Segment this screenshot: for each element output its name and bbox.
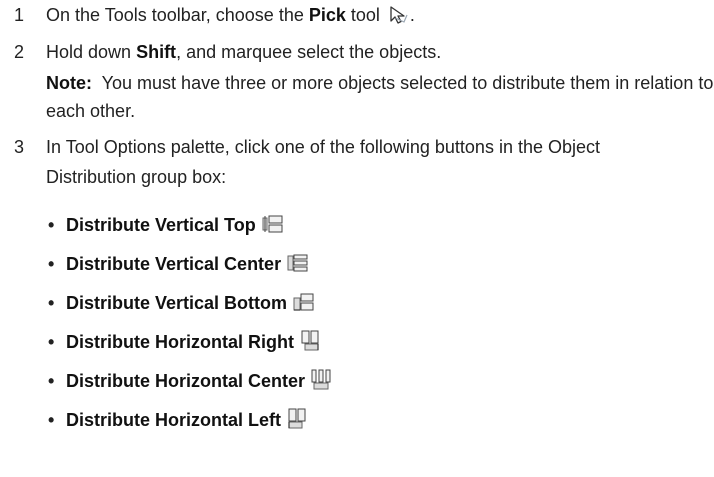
button-label: Distribute Horizontal Center [66, 371, 306, 391]
pick-tool-name: Pick [308, 5, 346, 25]
step-number: 1 [14, 5, 25, 25]
list-item: • Distribute Horizontal Left [0, 401, 714, 440]
shift-key-name: Shift [136, 42, 177, 62]
step-2: 2 Hold down Shift, and marquee select th… [0, 37, 714, 125]
step-text-after: tool [345, 5, 380, 25]
distribute-horizontal-right-icon [300, 330, 320, 352]
bullet: • [48, 293, 55, 313]
button-label: Distribute Vertical Top [66, 215, 256, 235]
list-item: • Distribute Vertical Top [0, 206, 714, 245]
distribute-vertical-top-icon [262, 214, 284, 234]
step-text: Hold down Shift, and marquee select the … [46, 37, 714, 67]
step-trailing-period: . [409, 5, 415, 25]
list-item: • Distribute Horizontal Center [0, 362, 714, 401]
step-text-before: On the Tools toolbar, choose the [46, 5, 309, 25]
distribute-vertical-center-icon [287, 253, 309, 273]
button-label: Distribute Horizontal Right [66, 332, 294, 352]
distribute-horizontal-left-icon [287, 408, 307, 430]
step-number: 2 [14, 42, 25, 62]
note-block: Note: You must have three or more object… [46, 69, 714, 125]
step-text: In Tool Options palette, click one of th… [46, 137, 601, 187]
bullet: • [48, 410, 55, 430]
list-item: • Distribute Vertical Center [0, 245, 714, 284]
bullet: • [48, 254, 55, 274]
button-label: Distribute Vertical Bottom [66, 293, 288, 313]
note-label: Note: [46, 73, 92, 93]
step-text-before: Hold down [46, 42, 137, 62]
step-number: 3 [14, 137, 25, 157]
list-item: • Distribute Vertical Bottom [0, 284, 714, 323]
list-item: • Distribute Horizontal Right [0, 323, 714, 362]
step-text: On the Tools toolbar, choose the Pick to… [46, 0, 714, 30]
step-text-after: , and marquee select the objects. [176, 42, 442, 62]
distribute-horizontal-center-icon [311, 369, 331, 391]
distribution-buttons-list: • Distribute Vertical Top • Distribute V… [0, 206, 714, 440]
note-text: You must have three or more objects sele… [46, 73, 714, 121]
step-3: 3 In Tool Options palette, click one of … [0, 132, 714, 192]
instructions-document: 1 On the Tools toolbar, choose the Pick … [0, 0, 714, 440]
button-label: Distribute Vertical Center [66, 254, 282, 274]
button-label: Distribute Horizontal Left [66, 410, 281, 430]
pick-arrow-icon [388, 5, 410, 25]
bullet: • [48, 371, 55, 391]
step-1: 1 On the Tools toolbar, choose the Pick … [0, 0, 714, 30]
distribute-vertical-bottom-icon [293, 292, 315, 312]
bullet: • [48, 332, 55, 352]
bullet: • [48, 215, 55, 235]
